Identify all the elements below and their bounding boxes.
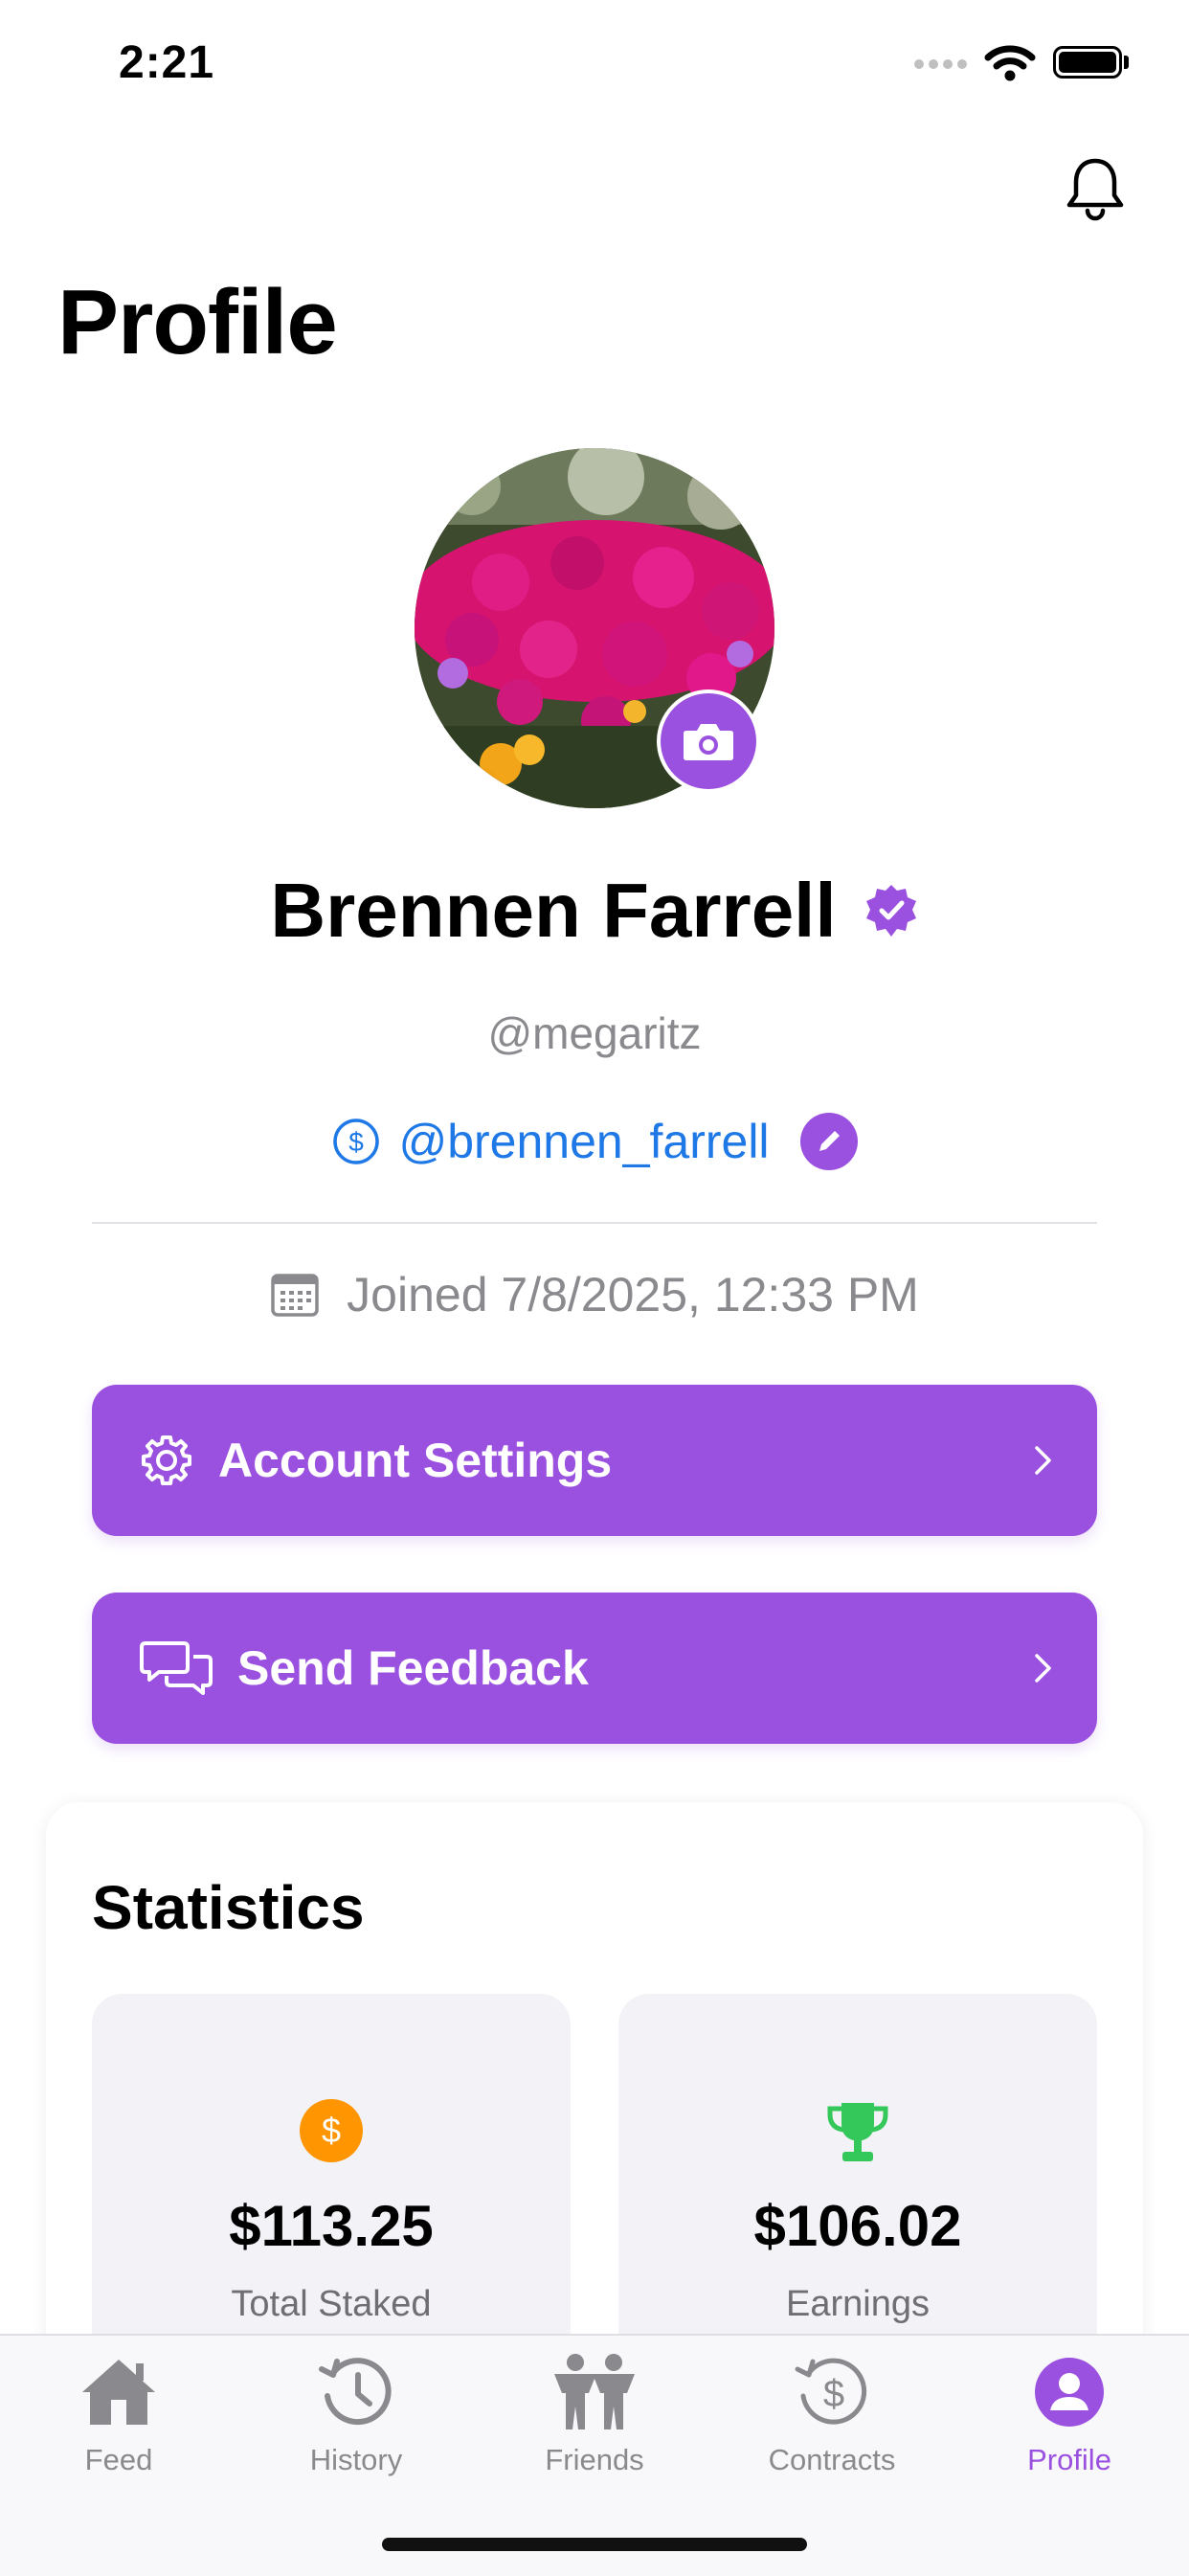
verified-badge-icon bbox=[865, 885, 916, 937]
people-icon bbox=[476, 2351, 713, 2433]
edit-cashtag-button[interactable] bbox=[799, 1113, 858, 1170]
tab-contracts[interactable]: $ Contracts bbox=[713, 2351, 951, 2477]
chevron-right-icon bbox=[1035, 1654, 1051, 1683]
gear-icon bbox=[142, 1435, 191, 1485]
tab-profile[interactable]: Profile bbox=[951, 2351, 1188, 2477]
tab-feed[interactable]: Feed bbox=[0, 2351, 237, 2477]
account-settings-button[interactable]: Account Settings bbox=[92, 1385, 1097, 1536]
profile-name: Brennen Farrell bbox=[0, 867, 1189, 955]
divider bbox=[92, 1222, 1097, 1224]
change-photo-button[interactable] bbox=[657, 689, 760, 793]
battery-icon bbox=[1053, 46, 1122, 79]
dollar-coin-icon: $ bbox=[300, 2099, 363, 2162]
profile-name-text: Brennen Farrell bbox=[270, 868, 837, 953]
trophy-icon bbox=[826, 2099, 889, 2162]
tab-friends[interactable]: Friends bbox=[476, 2351, 713, 2477]
pencil-icon bbox=[819, 1131, 840, 1151]
svg-text:$: $ bbox=[322, 2111, 341, 2150]
camera-icon bbox=[684, 724, 733, 760]
history-clock-icon bbox=[237, 2351, 475, 2433]
tab-friends-label: Friends bbox=[545, 2443, 644, 2476]
stat-label-total-staked: Total Staked bbox=[231, 2284, 432, 2324]
chat-bubbles-icon bbox=[140, 1641, 213, 1695]
battery-cap bbox=[1124, 56, 1129, 69]
home-indicator[interactable] bbox=[382, 2538, 807, 2551]
username: @megaritz bbox=[487, 1008, 702, 1058]
joined-date: Joined 7/8/2025, 12:33 PM bbox=[347, 1268, 919, 1322]
wifi-icon bbox=[984, 44, 1036, 87]
calendar-icon bbox=[271, 1274, 319, 1317]
page-title: Profile bbox=[57, 271, 338, 373]
stat-label-earnings: Earnings bbox=[786, 2284, 930, 2324]
dollar-cycle-icon: $ bbox=[713, 2351, 951, 2433]
status-time: 2:21 bbox=[119, 37, 215, 88]
stat-value-earnings: $106.02 bbox=[753, 2194, 962, 2258]
tab-history[interactable]: History bbox=[237, 2351, 475, 2477]
house-icon bbox=[0, 2351, 237, 2433]
joined-row: Joined 7/8/2025, 12:33 PM bbox=[0, 1267, 1189, 1322]
tab-history-label: History bbox=[309, 2443, 403, 2476]
cashtag-link[interactable]: @brennen_farrell bbox=[398, 1114, 769, 1169]
account-settings-label: Account Settings bbox=[218, 1434, 613, 1487]
send-feedback-label: Send Feedback bbox=[237, 1641, 589, 1695]
send-feedback-button[interactable]: Send Feedback bbox=[92, 1593, 1097, 1744]
bell-icon[interactable] bbox=[1061, 155, 1130, 229]
statistics-title: Statistics bbox=[92, 1873, 365, 1942]
cashtag-row: $ @brennen_farrell bbox=[0, 1113, 1189, 1170]
tab-profile-label: Profile bbox=[1027, 2443, 1111, 2476]
person-circle-icon bbox=[951, 2351, 1188, 2433]
tab-feed-label: Feed bbox=[84, 2443, 153, 2476]
stat-value-total-staked: $113.25 bbox=[229, 2194, 434, 2258]
tab-contracts-label: Contracts bbox=[768, 2443, 896, 2476]
svg-text:$: $ bbox=[823, 2373, 844, 2415]
cellular-signal-icon bbox=[914, 59, 970, 73]
svg-text:$: $ bbox=[349, 1127, 365, 1157]
dollar-circle-icon: $ bbox=[333, 1119, 380, 1164]
chevron-right-icon bbox=[1035, 1446, 1051, 1475]
